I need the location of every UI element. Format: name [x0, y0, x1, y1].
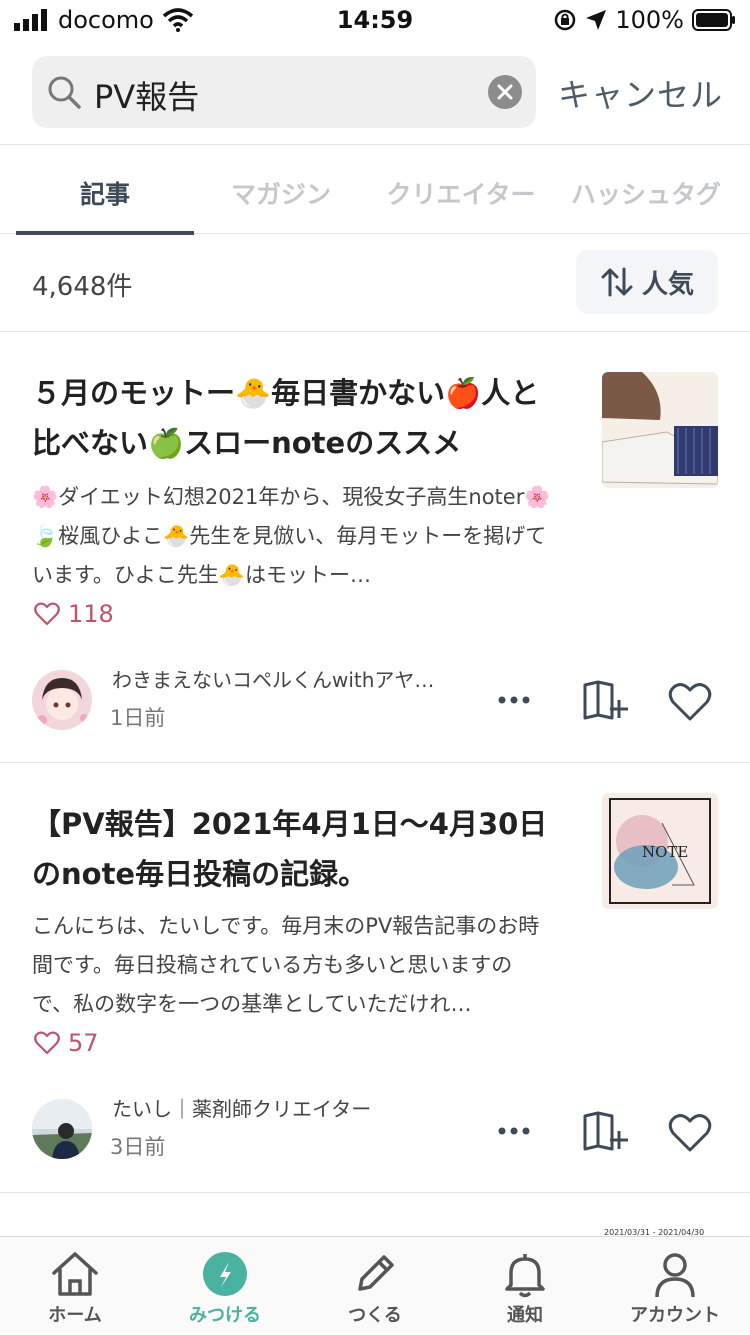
article-excerpt: 🌸ダイエット幻想2021年から、現役女子高生noter🌸🍃桜風ひよこ🐣先生を見倣…	[32, 485, 551, 587]
nav-notifications-label: 通知	[507, 1305, 543, 1326]
like-count-value: 118	[68, 600, 114, 628]
battery-percent: 100%	[615, 6, 684, 34]
avatar[interactable]	[32, 670, 92, 730]
article-excerpt: こんにちは、たいしです。毎月末のPV報告記事のお時間です。毎日投稿されている方も…	[32, 914, 540, 1016]
bell-icon	[505, 1254, 545, 1298]
like-count: 57	[34, 1029, 99, 1057]
cancel-button[interactable]: キャンセル	[558, 70, 723, 116]
battery-icon	[692, 9, 735, 31]
post-time: 3日前	[110, 1135, 166, 1159]
author-name[interactable]: わきまえないコペルくんwithアヤ…	[112, 664, 472, 693]
avatar[interactable]	[32, 1099, 92, 1159]
like-count: 118	[34, 600, 114, 628]
post-time: 1日前	[110, 706, 166, 730]
nav-create[interactable]: つくる	[300, 1237, 450, 1335]
sort-label: 人気	[641, 269, 694, 300]
status-bar: docomo 14:59 100%	[0, 0, 750, 40]
like-count-value: 57	[68, 1029, 99, 1057]
nav-notifications[interactable]: 通知	[450, 1237, 600, 1335]
home-icon	[52, 1252, 98, 1296]
nav-account-label: アカウント	[630, 1305, 720, 1326]
sort-icon	[601, 267, 633, 297]
nav-home[interactable]: ホーム	[0, 1237, 150, 1335]
tab-magazines[interactable]: マガジン	[206, 175, 356, 211]
article-card[interactable]: ５月のモットー🐣毎日書かない🍎人と比べない🍏スローnoteのススメ 🌸ダイエット…	[0, 332, 750, 762]
more-icon[interactable]	[496, 688, 532, 712]
tab-creators[interactable]: クリエイター	[376, 175, 546, 211]
heart-icon[interactable]	[668, 1113, 712, 1153]
search-query[interactable]: PV報告	[94, 72, 199, 118]
heart-small-icon	[34, 602, 60, 626]
pencil-icon	[358, 1255, 394, 1291]
more-icon[interactable]	[496, 1119, 532, 1143]
nav-home-label: ホーム	[48, 1305, 102, 1326]
nav-create-label: つくる	[348, 1305, 402, 1326]
clear-icon[interactable]	[488, 75, 522, 109]
sort-button[interactable]: 人気	[576, 250, 718, 314]
person-icon	[655, 1253, 695, 1298]
search-icon	[48, 76, 81, 109]
thumbnail-title: NOTE	[642, 843, 688, 861]
orientation-lock-icon	[555, 9, 576, 31]
tab-hashtags[interactable]: ハッシュタグ	[560, 175, 732, 211]
divider	[0, 1192, 750, 1193]
nav-account[interactable]: アカウント	[600, 1237, 750, 1335]
heart-small-icon	[34, 1031, 60, 1055]
bottom-nav: ホーム みつける つくる 通知 アカウント	[0, 1236, 750, 1334]
article-title[interactable]: 【PV報告】2021年4月1日〜4月30日のnote毎日投稿の記録。	[32, 799, 552, 899]
article-card[interactable]: 【PV報告】2021年4月1日〜4月30日のnote毎日投稿の記録。 こんにちは…	[0, 763, 750, 1193]
nav-discover[interactable]: みつける	[150, 1237, 300, 1335]
search-input[interactable]: PV報告	[32, 56, 536, 128]
article-thumbnail[interactable]	[602, 372, 718, 488]
location-icon	[586, 10, 607, 30]
heart-icon[interactable]	[668, 682, 712, 722]
magazine-add-icon[interactable]	[582, 680, 630, 722]
status-right: 100%	[553, 6, 736, 34]
result-count: 4,648件	[32, 272, 133, 302]
author-name[interactable]: たいし｜薬剤師クリエイター	[112, 1093, 472, 1122]
magazine-add-icon[interactable]	[582, 1111, 630, 1153]
tab-articles[interactable]: 記事	[16, 175, 194, 211]
nav-discover-label: みつける	[189, 1305, 261, 1326]
article-title[interactable]: ５月のモットー🐣毎日書かない🍎人と比べない🍏スローnoteのススメ	[32, 368, 552, 468]
article-thumbnail[interactable]: NOTE	[602, 793, 718, 909]
compass-icon	[203, 1252, 247, 1296]
tab-active-indicator	[16, 231, 194, 235]
search-tabs: 記事 マガジン クリエイター ハッシュタグ	[0, 144, 750, 235]
